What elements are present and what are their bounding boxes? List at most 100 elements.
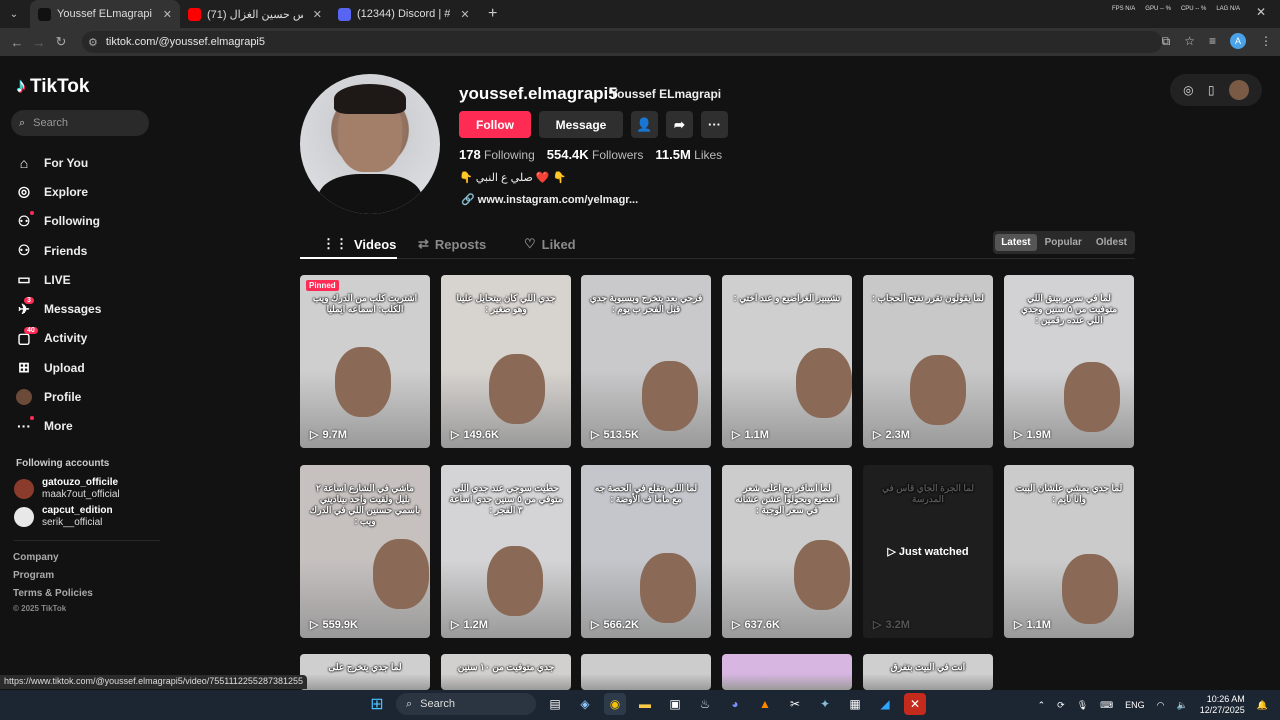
following-account[interactable]: capcut_edition serik__official (14, 505, 113, 529)
back-button[interactable]: ← (6, 35, 28, 50)
notification-icon[interactable]: 🔔 (1257, 700, 1268, 711)
follow-button[interactable]: Follow (459, 111, 531, 138)
device-icon[interactable]: ▯ (1208, 83, 1215, 97)
browser-tab[interactable]: Youssef ELmagrapi (@yous ✕ (30, 0, 180, 28)
sidebar-item-live[interactable]: ▭ LIVE (16, 265, 101, 294)
sidebar-item-label: LIVE (44, 272, 71, 287)
tray-sync-icon[interactable]: ⟳ (1057, 700, 1065, 711)
suggested-accounts-button[interactable]: 👤 (631, 111, 658, 138)
stat-likes[interactable]: 11.5M Likes (655, 147, 722, 162)
app-icon-3[interactable]: ✕ (904, 693, 926, 715)
sidebar-item-activity[interactable]: ▢ 40 Activity (16, 324, 101, 353)
store-icon[interactable]: ▣ (664, 693, 686, 715)
video-card[interactable]: انت في البيت بتفرق (863, 654, 993, 690)
browser-tab[interactable]: ريمكس حسين الغزال (71) ✕ (180, 0, 330, 28)
profile-link[interactable]: 🔗 www.instagram.com/yelmagr... (461, 193, 638, 206)
reload-button[interactable]: ↻ (50, 34, 72, 50)
video-card[interactable]: لما جدي يمشي علشان الببت وانا نايم : ▷ 1.1… (1004, 465, 1134, 638)
following-account[interactable]: gatouzo_officile maak7out_official (14, 477, 120, 501)
sidebar-item-more[interactable]: ··· More (16, 412, 101, 441)
tab-close-icon[interactable]: ✕ (313, 8, 322, 21)
site-info-icon[interactable]: ⚙ (88, 36, 98, 49)
stat-followers[interactable]: 554.4K Followers (547, 147, 644, 162)
browser-profile-avatar[interactable]: A (1230, 33, 1246, 49)
stat-following[interactable]: 178 Following (459, 147, 535, 162)
video-card[interactable] (581, 654, 711, 690)
footer-link[interactable]: Company (13, 552, 93, 570)
video-card[interactable]: لما الجرة الجاي قاس في المدرسة ▷ Just wat… (863, 465, 993, 638)
tab-videos[interactable]: ⋮⋮ Videos (322, 236, 396, 252)
video-card[interactable]: لما يقولون تقرر تفتح الحجاب : ▷ 2.3M (863, 275, 993, 448)
language-indicator[interactable]: ENG (1125, 700, 1145, 710)
volume-icon[interactable]: 🔈 (1177, 700, 1188, 711)
video-card[interactable]: لما اللي بتقلع في الحصة جه مع ماما ف الأ… (581, 465, 711, 638)
media-control-icon[interactable]: ≡ (1209, 34, 1216, 48)
window-close-icon[interactable]: ✕ (1256, 5, 1266, 19)
profile-avatar[interactable] (300, 74, 440, 214)
chrome-icon[interactable]: ◉ (604, 693, 626, 715)
steam-icon[interactable]: ♨ (694, 693, 716, 715)
url-field[interactable]: ⚙ tiktok.com/@youssef.elmagrapi5 (82, 31, 1162, 53)
tab-liked[interactable]: ♡ Liked (524, 236, 576, 252)
more-options-button[interactable]: ··· (701, 111, 728, 138)
clock[interactable]: 10:26 AM 12/27/2025 (1200, 694, 1245, 716)
thumbnail-face (489, 354, 545, 424)
tiktok-logo[interactable]: ♪ TikTok (16, 75, 89, 98)
vlc-icon[interactable]: ▲ (754, 693, 776, 715)
copilot-icon[interactable]: ◈ (574, 693, 596, 715)
sidebar-item-profile[interactable]: Profile (16, 382, 101, 411)
video-card[interactable]: جدي متوفيت من ١٠ سنين (441, 654, 571, 690)
capcut-icon[interactable]: ✂ (784, 693, 806, 715)
video-card[interactable]: لما في سرير بينق اللي متوفيت من ٥ سنين و… (1004, 275, 1134, 448)
tab-close-icon[interactable]: ✕ (460, 8, 469, 21)
tab-close-icon[interactable]: ✕ (163, 8, 172, 21)
app-icon[interactable]: ✦ (814, 693, 836, 715)
search-input[interactable]: ⌕ Search (11, 110, 149, 136)
file-explorer-icon[interactable]: ▬ (634, 693, 656, 715)
install-icon[interactable]: ⧉ (1162, 34, 1171, 49)
new-tab-button[interactable]: + (488, 5, 497, 23)
sort-oldest[interactable]: Oldest (1090, 234, 1133, 251)
bookmark-star-icon[interactable]: ☆ (1184, 34, 1195, 48)
app-icon-2[interactable]: ◢ (874, 693, 896, 715)
taskbar-search[interactable]: ⌕ Search (396, 693, 536, 715)
tab-list-button[interactable]: ⌄ (4, 4, 24, 24)
tray-overflow-icon[interactable]: ⌃ (1038, 700, 1046, 711)
following-icon: ⚇ (17, 212, 31, 229)
file-icon[interactable]: ▤ (544, 693, 566, 715)
video-card[interactable]: جدي اللي كان بيتحايل علينا وهو صغير : ▷ 14… (441, 275, 571, 448)
discord-icon[interactable]: ◕ (724, 693, 746, 715)
sidebar-item-explore[interactable]: ◎ Explore (16, 177, 101, 206)
wifi-icon[interactable]: ◠ (1157, 700, 1165, 711)
video-card[interactable] (722, 654, 852, 690)
browser-menu-icon[interactable]: ⋮ (1260, 34, 1272, 48)
user-avatar[interactable] (1228, 80, 1249, 100)
video-card[interactable]: فرحي بعد يتخرج وبسبوبة جدي قبل الفجر ب ي… (581, 275, 711, 448)
sidebar-item-for-you[interactable]: ⌂ For You (16, 148, 101, 177)
profile-bio: 👇 صلي ع النبي ❤️ 👇 (459, 172, 567, 184)
video-card[interactable]: حطيت سوجي عند جدي اللي متوفي من ٥ سنين ج… (441, 465, 571, 638)
forward-button[interactable]: → (28, 35, 50, 50)
sort-popular[interactable]: Popular (1039, 234, 1088, 251)
tab-reposts[interactable]: ⇄ Reposts (418, 236, 486, 252)
sidebar-item-upload[interactable]: ⊞ Upload (16, 353, 101, 382)
sort-latest[interactable]: Latest (995, 234, 1037, 251)
video-card[interactable]: لما جدي يتخرج على (300, 654, 430, 690)
footer-link[interactable]: Program (13, 570, 93, 588)
video-caption: جدي اللي كان بيتحايل علينا وهو صغير : (456, 293, 556, 314)
windows-start-icon[interactable]: ⊞ (366, 693, 388, 715)
video-card[interactable]: اشتريت كلب من الدرك ويب الكلب: اسماعه اي… (300, 275, 430, 448)
coin-icon[interactable]: ◎ (1183, 83, 1193, 97)
browser-tab[interactable]: (12344) Discord | # ✕ (330, 0, 480, 28)
media-icon[interactable]: ▦ (844, 693, 866, 715)
sidebar-item-following[interactable]: ⚇ Following (16, 207, 101, 236)
sidebar-item-friends[interactable]: ⚇ Friends (16, 236, 101, 265)
sidebar-item-messages[interactable]: ✈ 3 Messages (16, 294, 101, 323)
mic-icon[interactable]: 🎙 (1077, 700, 1088, 711)
message-button[interactable]: Message (539, 111, 623, 138)
video-card[interactable]: لما اسافر مع اعلى شعر اتعضيع وبحولوا عشن… (722, 465, 852, 638)
share-button[interactable]: ➦ (666, 111, 693, 138)
video-card[interactable]: تشيبيز الغراضيع و عند اختي : ▷ 1.1M (722, 275, 852, 448)
keyboard-icon[interactable]: ⌨ (1100, 700, 1113, 711)
video-card[interactable]: ماشي في الشارع اساعة ٢ بليل ولقيت واحد ب… (300, 465, 430, 638)
